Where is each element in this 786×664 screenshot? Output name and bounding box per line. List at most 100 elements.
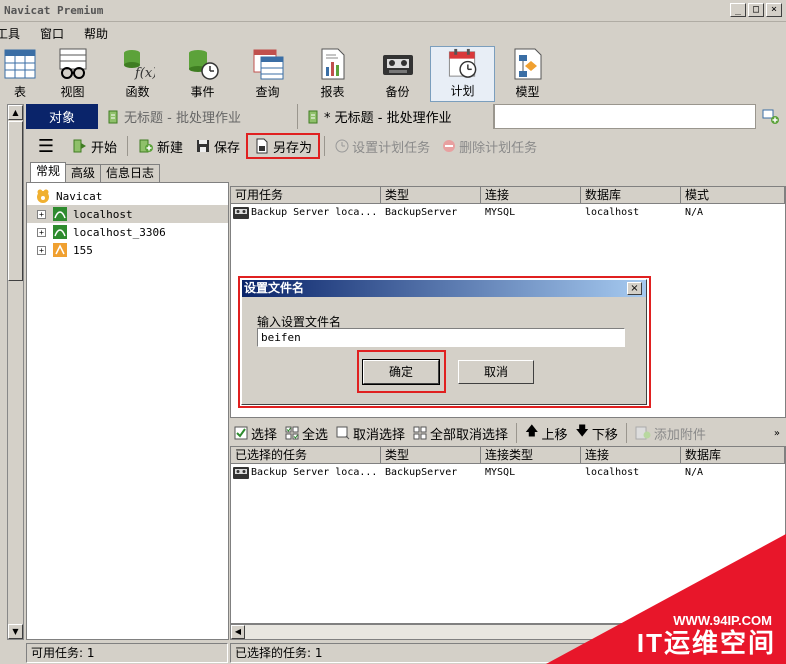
close-button[interactable]: × — [766, 3, 782, 17]
scroll-thumb[interactable] — [8, 121, 23, 281]
move-down-button[interactable]: 🡇 下移 — [571, 420, 621, 446]
toolbar-schedule-button[interactable]: 计划 — [430, 46, 495, 102]
expand-icon[interactable]: + — [37, 227, 46, 237]
tab-objects[interactable]: 对象 — [26, 104, 98, 129]
tree-node-155[interactable]: + 155 — [27, 241, 228, 259]
tab-batch-job-2[interactable]: * 无标题 - 批处理作业 — [298, 104, 494, 129]
col-type[interactable]: 类型 — [381, 447, 481, 464]
col-available-task[interactable]: 可用任务 — [231, 187, 381, 204]
title-bar: Navicat Premium _ □ × — [0, 0, 786, 22]
toolbar-view-label: 视图 — [60, 85, 85, 99]
save-button[interactable]: 保存 — [189, 133, 246, 159]
menu-help[interactable]: 帮助 — [76, 25, 120, 42]
delete-icon — [443, 140, 456, 152]
minimize-button[interactable]: _ — [730, 3, 746, 17]
left-scrollbar[interactable]: ▲ ▼ — [7, 104, 24, 640]
move-up-button[interactable]: 🡅 上移 — [521, 420, 571, 446]
tab-advanced[interactable]: 高级 — [65, 164, 102, 182]
batch-job-icon — [308, 110, 318, 123]
batch-job-icon — [108, 110, 118, 123]
toolbar-schedule-label: 计划 — [450, 84, 475, 98]
col-connection[interactable]: 连接 — [581, 447, 681, 464]
toolbar-query-label: 查询 — [255, 85, 280, 99]
ok-button[interactable]: 确定 — [362, 359, 440, 385]
scroll-up-arrow-icon[interactable]: ▲ — [8, 105, 23, 120]
toolbar-event-button[interactable]: 事件 — [170, 46, 235, 102]
add-tab-icon — [762, 109, 779, 124]
select-button[interactable]: 选择 — [230, 420, 281, 446]
save-as-icon — [256, 138, 268, 154]
col-database[interactable]: 数据库 — [681, 447, 785, 464]
table-row[interactable]: Backup Server loca... BackupServer MYSQL… — [231, 205, 785, 221]
tree-node-localhost[interactable]: + localhost — [27, 205, 228, 223]
tab-batch-job-1-label: 无标题 - 批处理作业 — [124, 111, 241, 126]
filename-input[interactable] — [257, 328, 625, 347]
expand-icon[interactable]: + — [37, 209, 46, 219]
tab-batch-job-1[interactable]: 无标题 - 批处理作业 — [98, 104, 298, 129]
overflow-chevron-icon[interactable]: » — [774, 428, 780, 439]
delete-schedule-button[interactable]: 删除计划任务 — [436, 133, 543, 159]
task-database: localhost — [585, 207, 640, 218]
tab-strip-empty — [494, 104, 756, 129]
scroll-down-arrow-icon[interactable]: ▼ — [8, 624, 23, 639]
watermark-brand: IT运维空间 — [636, 628, 776, 658]
col-type[interactable]: 类型 — [381, 187, 481, 204]
selection-toolbar: 选择 全选 取消选择 全部取消选择 🡅 上移 🡇 下移 添加附件 » — [230, 420, 786, 446]
save-as-label: 另存为 — [273, 140, 313, 156]
sub-tabs: 常规 高级 信息日志 — [30, 162, 161, 182]
dialog-close-button[interactable]: × — [627, 282, 642, 295]
model-icon — [514, 48, 541, 80]
tree-node-localhost-3306[interactable]: + localhost_3306 — [27, 223, 228, 241]
table-row[interactable]: Backup Server loca... BackupServer MYSQL… — [231, 465, 785, 481]
deselect-button[interactable]: 取消选择 — [332, 420, 409, 446]
status-available-count: 可用任务: 1 — [26, 643, 228, 663]
backup-icon — [382, 55, 413, 75]
deselect-label: 取消选择 — [353, 427, 406, 443]
deselect-all-button[interactable]: 全部取消选择 — [409, 420, 512, 446]
tab-general[interactable]: 常规 — [30, 162, 67, 182]
tree-node-label: 155 — [73, 243, 93, 257]
col-schema[interactable]: 模式 — [681, 187, 785, 204]
separator — [324, 136, 326, 156]
toolbar-query-button[interactable]: 查询 — [235, 46, 300, 102]
tab-message-log[interactable]: 信息日志 — [100, 164, 161, 182]
mysql-connection-icon — [53, 207, 67, 221]
col-selected-task[interactable]: 已选择的任务 — [231, 447, 381, 464]
toolbar-model-button[interactable]: 模型 — [495, 46, 560, 102]
toolbar-function-button[interactable]: f(x) 函数 — [105, 46, 170, 102]
tree-root[interactable]: Navicat — [27, 187, 228, 205]
connection-icon — [53, 243, 67, 257]
toolbar-function-label: 函数 — [125, 85, 150, 99]
tab-list-button[interactable] — [756, 104, 786, 129]
select-all-label: 全选 — [302, 427, 329, 443]
start-button[interactable]: 开始 — [66, 133, 123, 159]
expand-icon[interactable]: + — [37, 245, 46, 255]
move-down-label: 下移 — [591, 427, 618, 443]
col-connection[interactable]: 连接 — [481, 187, 581, 204]
maximize-button[interactable]: □ — [748, 3, 764, 17]
menu-tools[interactable]: 工具 — [0, 25, 32, 42]
toolbar-backup-button[interactable]: 备份 — [365, 46, 430, 102]
move-up-label: 上移 — [541, 427, 568, 443]
select-all-button[interactable]: 全选 — [281, 420, 332, 446]
cancel-button[interactable]: 取消 — [458, 360, 534, 384]
task-schema: N/A — [685, 207, 704, 218]
dialog-title: 设置文件名 — [244, 281, 305, 295]
toolbar-view-button[interactable]: 视图 — [40, 46, 105, 102]
menu-window[interactable]: 窗口 — [32, 25, 76, 42]
new-button[interactable]: 新建 — [132, 133, 189, 159]
save-icon — [197, 140, 210, 152]
scroll-left-arrow-icon[interactable]: ◀ — [231, 625, 245, 639]
table-icon — [4, 49, 36, 79]
event-icon — [188, 50, 219, 80]
col-connection-type[interactable]: 连接类型 — [481, 447, 581, 464]
toolbar-table-button[interactable]: 表 — [0, 46, 40, 102]
add-attachment-button[interactable]: 添加附件 — [631, 420, 710, 446]
col-database[interactable]: 数据库 — [581, 187, 681, 204]
save-as-button[interactable]: 另存为 — [246, 133, 321, 159]
set-schedule-button[interactable]: 设置计划任务 — [329, 133, 436, 159]
hamburger-menu-icon[interactable]: ☰ — [26, 136, 66, 157]
delete-schedule-label: 删除计划任务 — [459, 140, 538, 156]
empty-checkbox-icon — [336, 426, 350, 440]
toolbar-report-button[interactable]: 报表 — [300, 46, 365, 102]
